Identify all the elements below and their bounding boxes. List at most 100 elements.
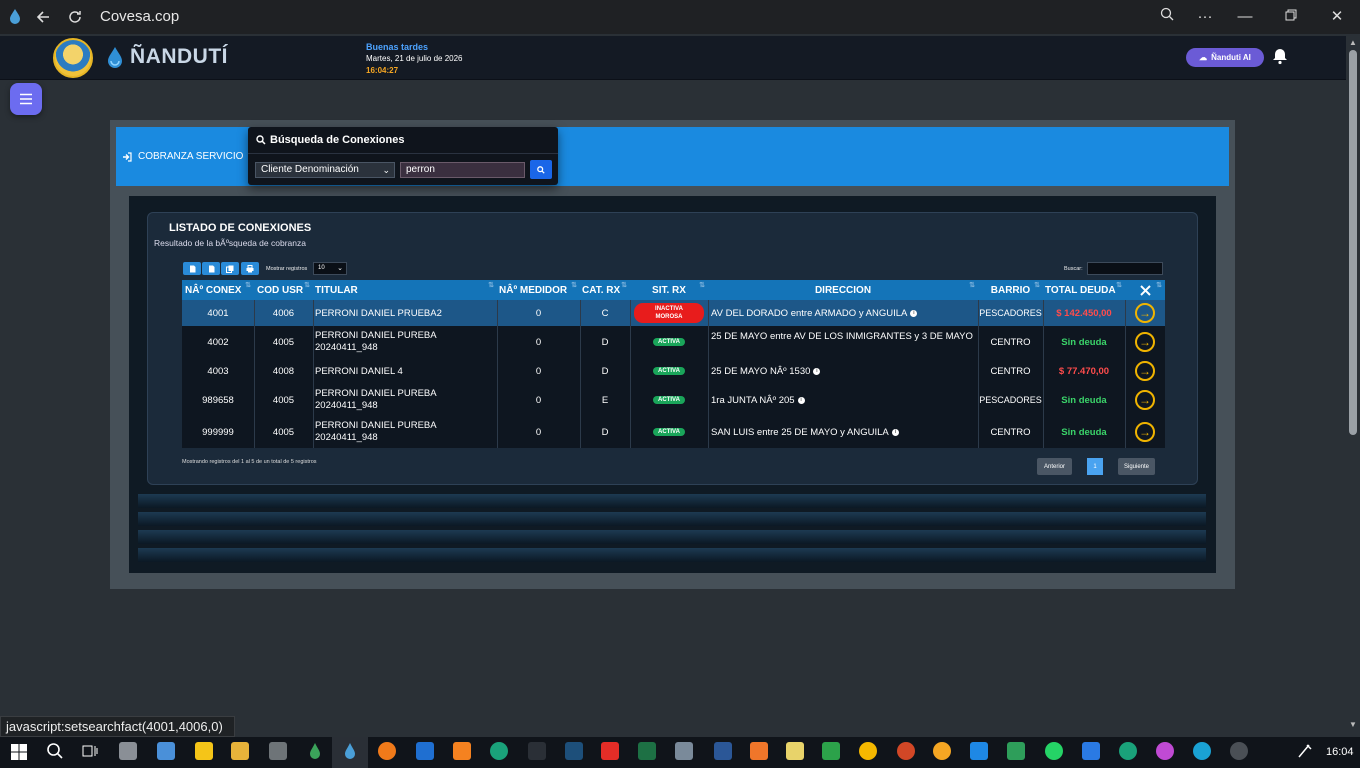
arrow-right-icon[interactable]: → (1135, 332, 1155, 352)
youtube-icon[interactable] (601, 742, 619, 760)
excel-icon[interactable] (638, 742, 656, 760)
start-icon[interactable] (11, 744, 27, 760)
column-header-cat-rx[interactable]: CAT. RX ⇅ (580, 280, 630, 300)
page-scrollbar[interactable]: ▲ ▼ (1346, 36, 1360, 736)
app-icon-yellow[interactable] (859, 742, 877, 760)
scroll-down-icon[interactable]: ▼ (1349, 720, 1357, 729)
column-header-conex[interactable]: NÂº CONEX ⇅ (182, 280, 254, 300)
app-icon-dark[interactable] (528, 742, 546, 760)
status-badge: ACTIVA (653, 428, 685, 436)
column-header-barrio[interactable]: BARRIO ⇅ (978, 280, 1043, 300)
task-view-icon[interactable] (81, 742, 99, 760)
whatsapp-icon[interactable] (1045, 742, 1063, 760)
minimize-button[interactable]: — (1234, 6, 1256, 28)
scroll-up-icon[interactable]: ▲ (1349, 38, 1357, 47)
page-number-button[interactable]: 1 (1087, 458, 1103, 475)
arrow-right-icon[interactable]: → (1135, 303, 1155, 323)
app-icon-gray[interactable] (675, 742, 693, 760)
print-button[interactable] (241, 262, 259, 275)
column-header-actions[interactable]: ⇅ (1125, 280, 1165, 300)
app-icon-sun[interactable] (933, 742, 951, 760)
app-icon-pencil[interactable] (1082, 742, 1100, 760)
info-icon[interactable]: i (891, 428, 899, 436)
taskbar-clock: 16:04 (1326, 746, 1354, 758)
back-icon[interactable] (34, 8, 52, 26)
export-excel-button[interactable] (202, 262, 220, 275)
app-icon-covesa[interactable] (341, 742, 359, 760)
edge-dev-icon[interactable] (1119, 742, 1137, 760)
search-field-select[interactable]: Cliente Denominación ⌄ (255, 162, 395, 178)
page-title: Covesa.cop (100, 8, 180, 25)
search-input[interactable]: perron (400, 162, 525, 178)
app-icon-green[interactable] (822, 742, 840, 760)
column-header-cod-usr[interactable]: COD USR ⇅ (254, 280, 313, 300)
table-row[interactable]: 999999 4005 PERRONI DANIEL PUREBA 2024041… (182, 416, 1165, 448)
info-icon[interactable]: i (797, 396, 805, 404)
column-header-total-deuda[interactable]: TOTAL DEUDA ⇅ (1043, 280, 1125, 300)
restore-button[interactable] (1280, 6, 1302, 28)
previous-page-button[interactable]: Anterior (1037, 458, 1072, 475)
info-icon[interactable]: i (813, 367, 821, 375)
app-icon-color[interactable] (1156, 742, 1174, 760)
table-search-input[interactable] (1087, 262, 1163, 275)
app-icon-monitor[interactable] (157, 742, 175, 760)
sort-icon: ⇅ (621, 282, 627, 289)
word-icon[interactable] (714, 742, 732, 760)
cell-titular: PERRONI DANIEL PUREBA 20240411_948 (315, 384, 497, 416)
app-icon-drive[interactable] (119, 742, 137, 760)
table-row[interactable]: 4002 4005 PERRONI DANIEL PUREBA 20240411_… (182, 326, 1165, 358)
notepad-icon[interactable] (786, 742, 804, 760)
table-row[interactable]: 4003 4008 PERRONI DANIEL 4 0 D ACTIVA 25… (182, 358, 1165, 384)
app-icon-mixed[interactable] (1007, 742, 1025, 760)
arrow-right-icon[interactable]: → (1135, 422, 1155, 442)
column-header-label: TITULAR (315, 284, 358, 296)
column-header-medidor[interactable]: NÂº MEDIDOR ⇅ (497, 280, 580, 300)
reload-icon[interactable] (66, 8, 84, 26)
file-explorer-icon[interactable] (231, 742, 249, 760)
pen-icon[interactable] (1296, 742, 1314, 760)
info-icon[interactable]: i (910, 309, 918, 317)
cell-conex: 999999 (202, 426, 234, 438)
hamburger-menu-button[interactable] (10, 83, 42, 115)
column-header-sit-rx[interactable]: SIT. RX ⇅ (630, 280, 708, 300)
zoom-icon[interactable] (1156, 6, 1178, 28)
search-submit-button[interactable] (530, 160, 552, 179)
table-row[interactable]: 989658 4005 PERRONI DANIEL PUREBA 2024041… (182, 384, 1165, 416)
app-icon-orange-square[interactable] (750, 742, 768, 760)
cell-sit-rx: ACTIVA (630, 358, 708, 384)
cell-total-deuda: Sin deuda (1061, 394, 1107, 406)
firefox-icon[interactable] (378, 742, 396, 760)
bell-icon[interactable] (1272, 47, 1288, 65)
cell-barrio: PESCADORES (979, 308, 1042, 318)
cell-titular: PERRONI DANIEL PUREBA 20240411_948 (315, 326, 497, 358)
vscode-icon[interactable] (970, 742, 988, 760)
app-icon-blue[interactable] (565, 742, 583, 760)
cell-medidor: 0 (535, 394, 542, 406)
scrollbar-thumb[interactable] (1349, 50, 1357, 435)
edge-icon[interactable] (490, 742, 508, 760)
search-icon[interactable] (46, 742, 64, 760)
arrow-right-icon[interactable]: → (1135, 390, 1155, 410)
app-icon-nanduti[interactable] (306, 742, 324, 760)
powerpoint-icon[interactable] (897, 742, 915, 760)
arrow-right-icon[interactable]: → (1135, 361, 1155, 381)
export-csv-button[interactable] (183, 262, 201, 275)
column-header-direccion[interactable]: DIRECCION ⇅ (708, 280, 978, 300)
copy-button[interactable] (221, 262, 239, 275)
calculator-icon[interactable] (269, 742, 287, 760)
edge-beta-icon[interactable] (1193, 742, 1211, 760)
app-icon-circle[interactable] (1230, 742, 1248, 760)
column-header-label: TOTAL DEUDA (1045, 284, 1116, 296)
status-badge: ACTIVA (653, 367, 685, 375)
next-page-button[interactable]: Siguiente (1118, 458, 1155, 475)
outlook-icon[interactable] (416, 742, 434, 760)
app-icon-orange[interactable] (453, 742, 471, 760)
column-header-titular[interactable]: TITULAR ⇅ (313, 280, 497, 300)
search-panel-title: Búsqueda de Conexiones (256, 134, 404, 146)
more-menu-icon[interactable]: ··· (1194, 6, 1216, 28)
nanduti-ai-button[interactable]: ☁ Ñanduti AI (1186, 48, 1264, 67)
page-length-select[interactable]: 10 ⌄ (313, 262, 347, 275)
app-icon-sticky-notes[interactable] (195, 742, 213, 760)
close-button[interactable]: ✕ (1326, 6, 1348, 28)
table-row[interactable]: 4001 4006 PERRONI DANIEL PRUEBA2 0 C INA… (182, 300, 1165, 326)
